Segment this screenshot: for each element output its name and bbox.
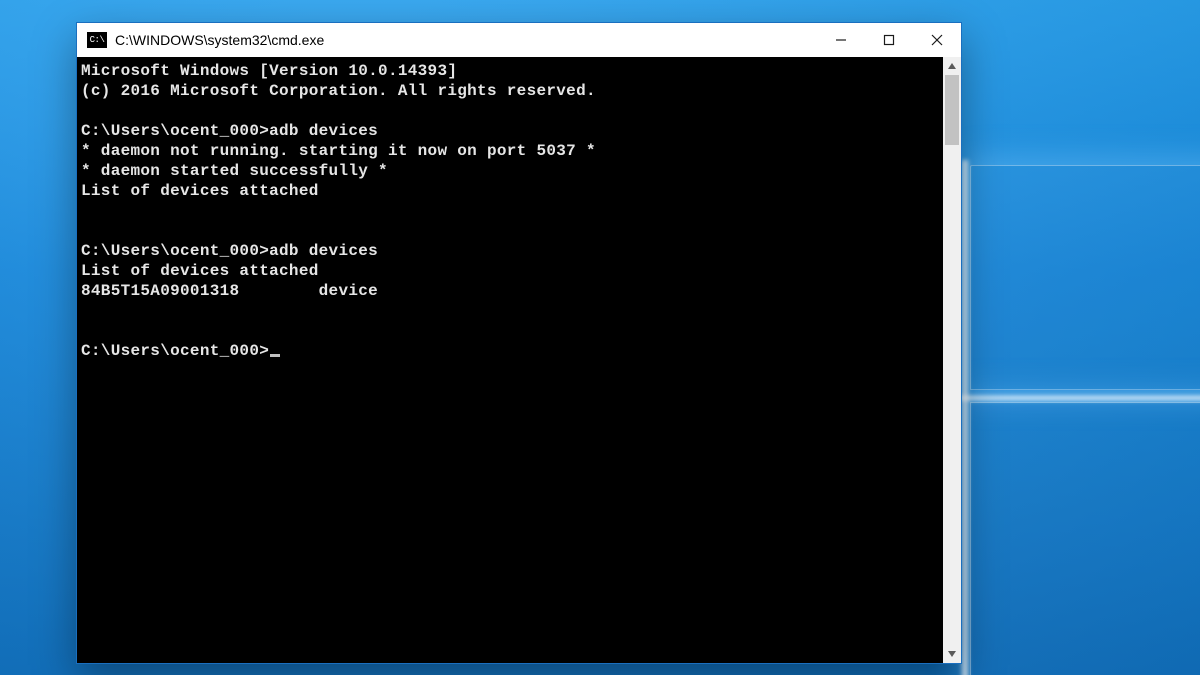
vertical-scrollbar[interactable]: [943, 57, 961, 663]
desktop-window-pane: [970, 402, 1200, 675]
titlebar[interactable]: C:\WINDOWS\system32\cmd.exe: [77, 23, 961, 57]
scrollbar-track[interactable]: [943, 75, 961, 645]
desktop-glow-horizontal: [960, 394, 1200, 402]
cmd-window: C:\WINDOWS\system32\cmd.exe Microsoft Wi…: [76, 22, 962, 664]
maximize-button[interactable]: [865, 23, 913, 57]
minimize-button[interactable]: [817, 23, 865, 57]
close-button[interactable]: [913, 23, 961, 57]
scroll-up-button[interactable]: [943, 57, 961, 75]
terminal-output[interactable]: Microsoft Windows [Version 10.0.14393] (…: [77, 57, 943, 663]
desktop-window-pane: [970, 165, 1200, 390]
scrollbar-thumb[interactable]: [945, 75, 959, 145]
desktop-background: C:\WINDOWS\system32\cmd.exe Microsoft Wi…: [0, 0, 1200, 675]
text-cursor: [270, 354, 280, 357]
scroll-down-button[interactable]: [943, 645, 961, 663]
cmd-icon: [87, 32, 107, 48]
window-controls: [817, 23, 961, 57]
window-title: C:\WINDOWS\system32\cmd.exe: [115, 32, 817, 48]
window-client-area: Microsoft Windows [Version 10.0.14393] (…: [77, 57, 961, 663]
